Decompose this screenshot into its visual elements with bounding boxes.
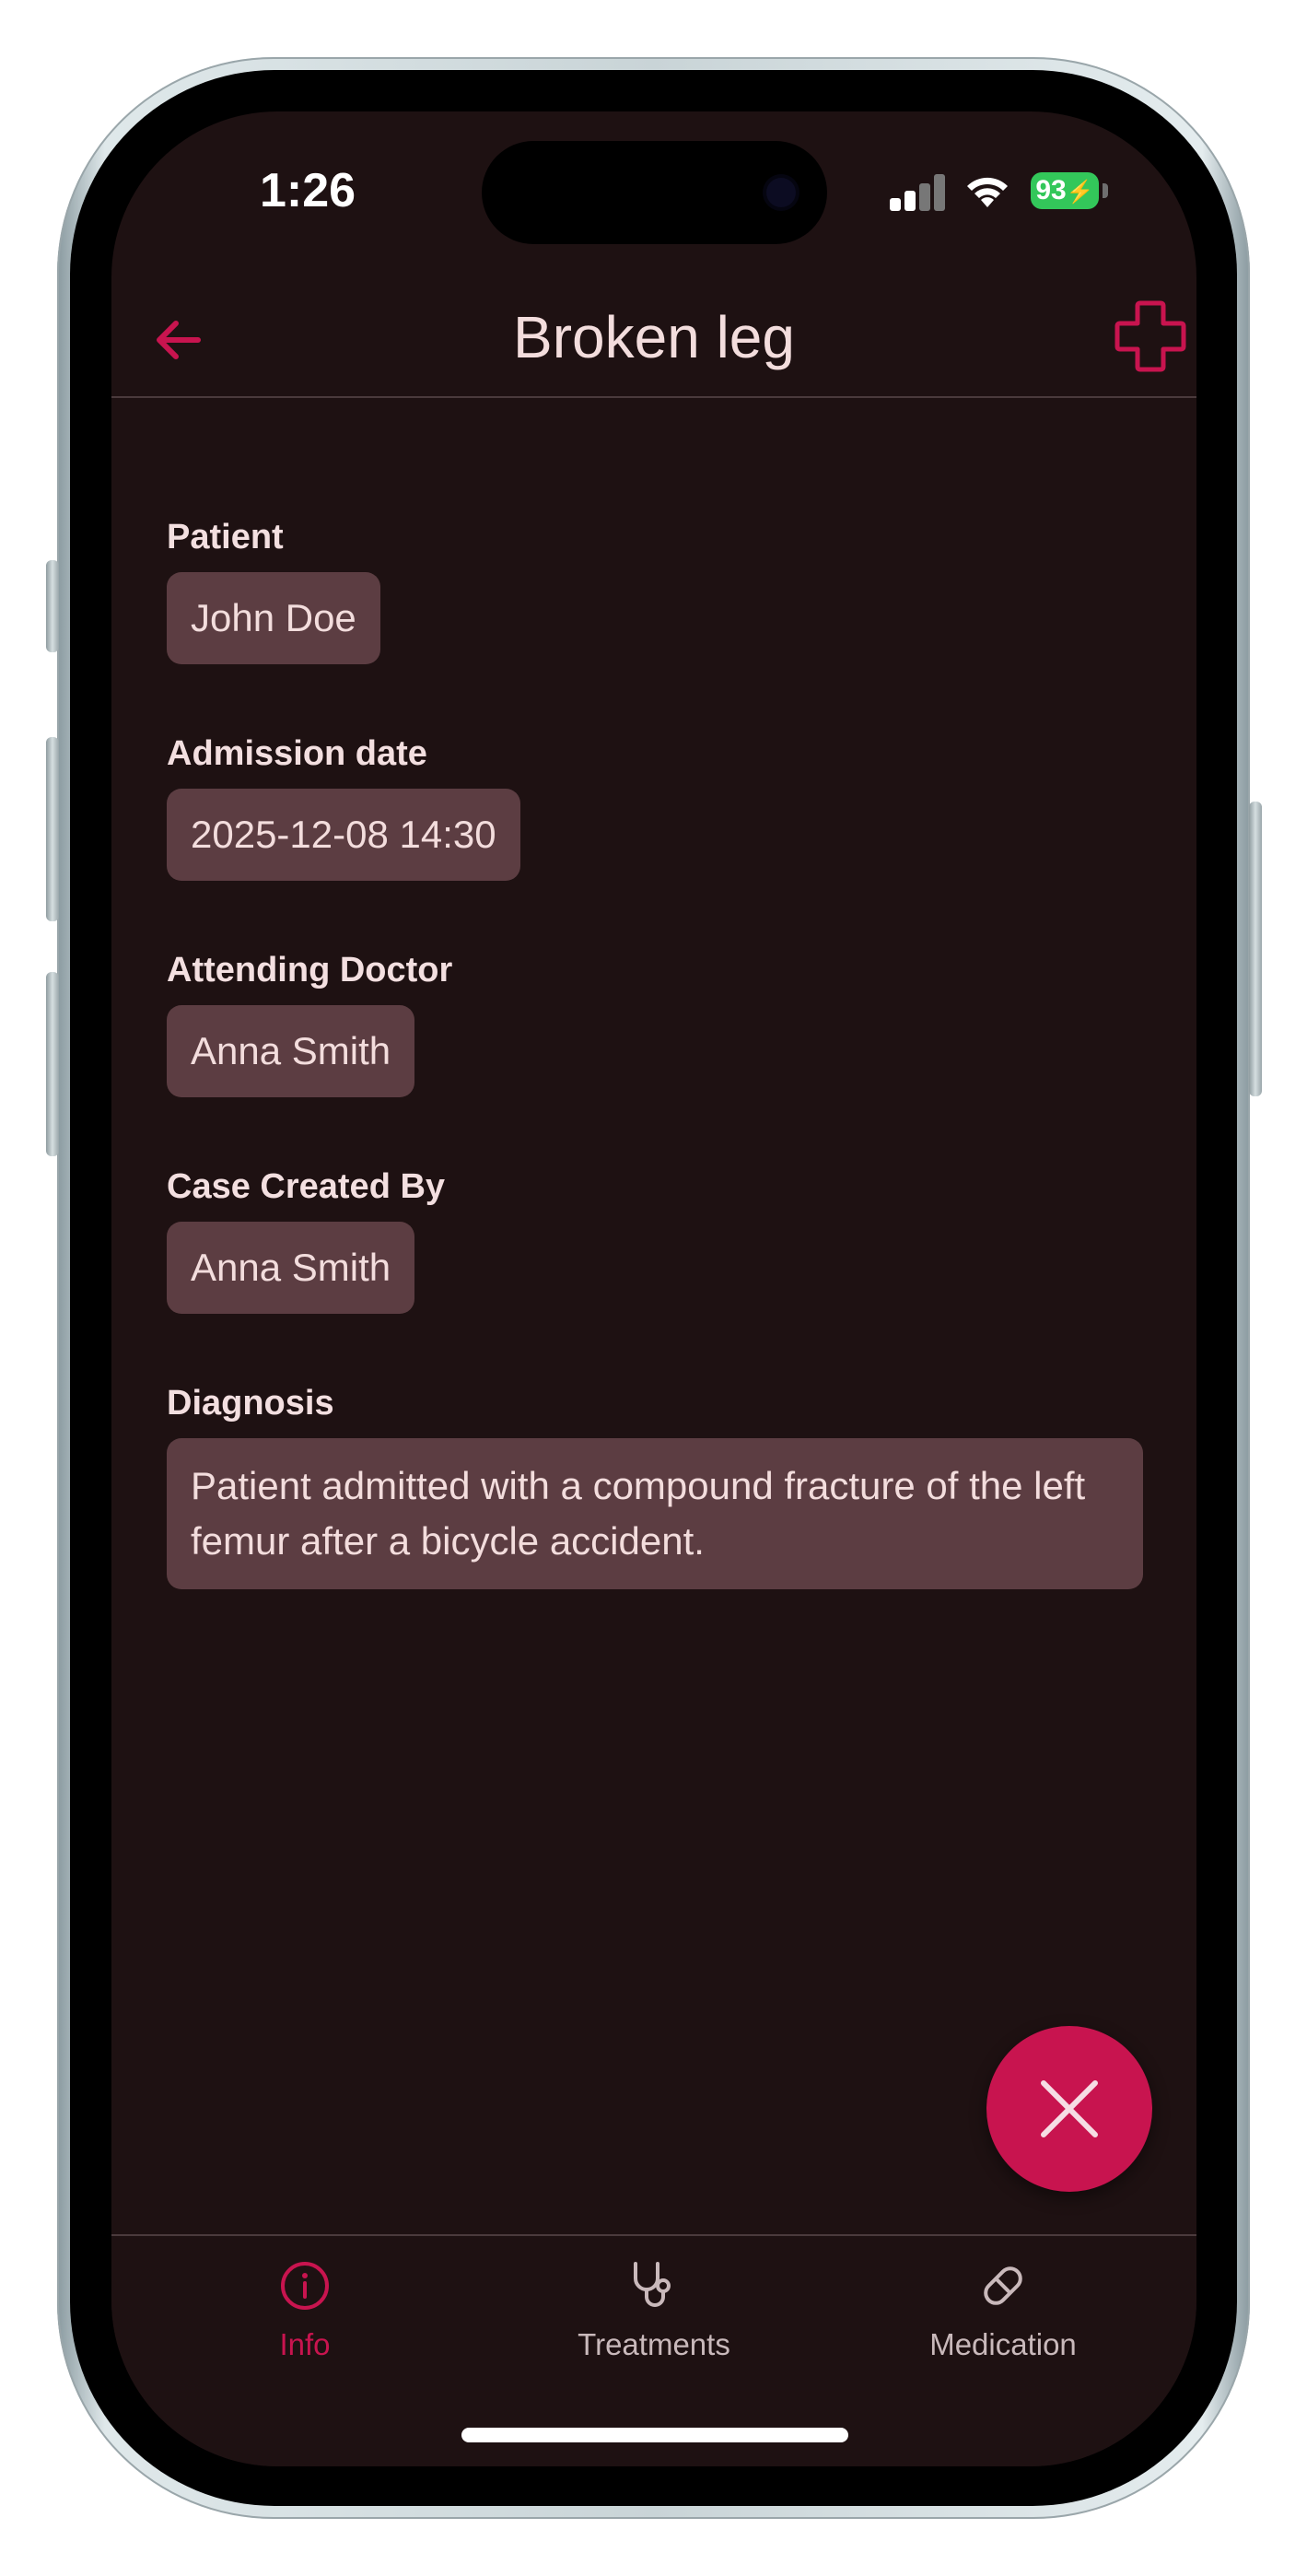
field-label: Admission date [167,734,427,773]
info-icon [281,2262,329,2310]
admission-date-value[interactable]: 2025-12-08 14:30 [167,789,520,881]
field-label: Patient [167,518,284,556]
case-created-by-field: Case Created By Anna Smith [167,1166,445,1314]
app-screen: 1:26 93⚡ Broken leg Patient John Doe Adm… [111,111,1196,2466]
field-label: Diagnosis [167,1384,334,1423]
medical-cross-icon [1114,300,1186,372]
case-created-by-value[interactable]: Anna Smith [167,1222,415,1314]
dynamic-island [482,141,827,244]
patient-field: Patient John Doe [167,517,380,664]
app-bar: Broken leg [111,277,1196,398]
cellular-signal-icon [890,174,947,211]
nav-label-info: Info [279,2327,331,2361]
wifi-icon [963,172,1011,214]
battery-level: 93 [1035,175,1067,205]
battery-icon: 93⚡ [1031,172,1099,209]
power-button [1249,802,1262,1096]
field-label: Attending Doctor [167,951,453,989]
attending-doctor-value[interactable]: Anna Smith [167,1005,415,1097]
status-bar: 1:26 93⚡ [111,111,1196,277]
patient-value[interactable]: John Doe [167,572,380,664]
close-fab-button[interactable] [986,2026,1152,2192]
attending-doctor-field: Attending Doctor Anna Smith [167,950,452,1097]
admission-date-field: Admission date 2025-12-08 14:30 [167,733,520,881]
diagnosis-value[interactable]: Patient admitted with a compound fractur… [167,1438,1143,1589]
volume-up-button [46,737,59,921]
battery-tip [1103,183,1108,198]
field-label: Case Created By [167,1167,446,1206]
nav-item-info[interactable]: Info [167,2258,443,2362]
volume-down-button [46,972,59,1156]
nav-item-medication[interactable]: Medication [865,2258,1141,2362]
nav-label-treatments: Treatments [578,2327,730,2361]
camera-icon [766,178,796,207]
status-time: 1:26 [260,164,356,217]
diagnosis-field: Diagnosis Patient admitted with a compou… [167,1383,1143,1589]
stethoscope-icon [634,2262,671,2307]
nav-item-treatments[interactable]: Treatments [516,2258,792,2362]
add-medical-button[interactable] [1114,299,1187,373]
action-button [46,560,59,652]
pill-icon [984,2266,1022,2305]
home-indicator[interactable] [461,2428,848,2442]
close-icon [1041,2080,1098,2137]
nav-label-medication: Medication [929,2327,1077,2361]
page-title: Broken leg [513,304,795,370]
